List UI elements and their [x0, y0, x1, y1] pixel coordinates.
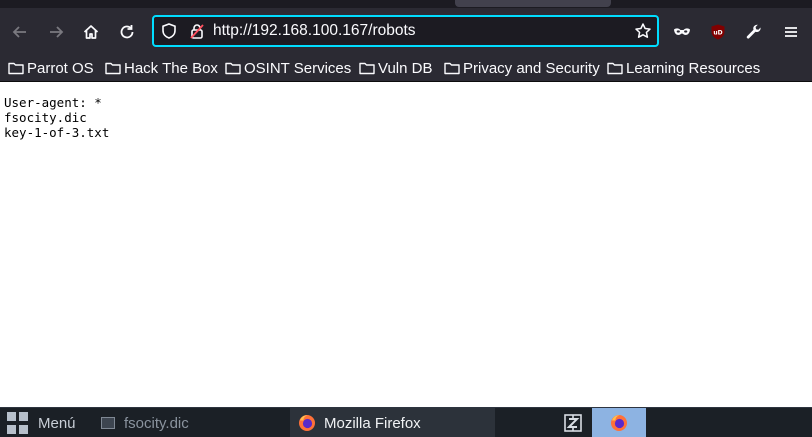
archive-manager-tray[interactable] [558, 408, 588, 437]
firefox-icon [299, 415, 315, 431]
archive-icon [564, 414, 582, 432]
star-icon[interactable] [634, 22, 652, 40]
arrow-right-icon [50, 26, 64, 38]
page-content: User-agent: * fsocity.dic key-1-of-3.txt [0, 83, 812, 407]
folder-icon [225, 62, 241, 75]
bookmark-label: Vuln DB [378, 59, 433, 77]
folder-icon [359, 62, 375, 75]
reload-icon [120, 25, 134, 39]
lock-slash-icon[interactable] [188, 22, 206, 40]
taskbar: Menú fsocity.dic Mozilla Firefox [0, 407, 812, 437]
taskbar-window-label: fsocity.dic [124, 414, 189, 432]
app-menu-button[interactable] [776, 17, 806, 47]
apps-grid-icon [7, 412, 29, 434]
active-tab-edge[interactable] [455, 0, 611, 7]
bookmarks-toolbar: Parrot OS Hack The Box OSINT Services Vu… [0, 54, 812, 82]
bookmark-label: Hack The Box [124, 59, 218, 77]
taskbar-terminal-window[interactable]: fsocity.dic [92, 408, 288, 437]
taskbar-firefox-window[interactable]: Mozilla Firefox [290, 408, 495, 437]
forward-button[interactable] [41, 17, 71, 47]
bookmark-folder-privacy-and-security[interactable]: Privacy and Security [444, 58, 600, 78]
bookmark-label: Parrot OS [27, 59, 94, 77]
start-menu-label: Menú [38, 414, 76, 432]
mask-icon [674, 28, 690, 35]
svg-text:uD: uD [713, 29, 722, 36]
folder-icon [444, 62, 460, 75]
bookmark-folder-learning-resources[interactable]: Learning Resources [607, 58, 760, 78]
reload-button[interactable] [112, 17, 142, 47]
navigation-toolbar: http://192.168.100.167/robots uD [0, 8, 812, 54]
bookmark-folder-osint-services[interactable]: OSINT Services [225, 58, 351, 78]
url-text[interactable]: http://192.168.100.167/robots [213, 22, 416, 40]
robots-txt-body: User-agent: * fsocity.dic key-1-of-3.txt [4, 95, 109, 140]
home-button[interactable] [76, 17, 106, 47]
back-button[interactable] [5, 17, 35, 47]
tools-button[interactable] [739, 17, 769, 47]
ublock-button[interactable]: uD [703, 17, 733, 47]
ublock-origin-icon: uD [711, 24, 725, 40]
terminal-icon [101, 417, 115, 429]
hamburger-menu-icon [785, 27, 797, 37]
bookmark-folder-hack-the-box[interactable]: Hack The Box [105, 58, 218, 78]
home-icon [83, 25, 99, 39]
robots-line: fsocity.dic [4, 110, 87, 125]
folder-icon [607, 62, 623, 75]
arrow-left-icon [12, 26, 26, 38]
taskbar-window-label: Mozilla Firefox [324, 414, 421, 432]
folder-icon [8, 62, 24, 75]
wrench-icon [746, 24, 761, 39]
bookmark-label: OSINT Services [244, 59, 352, 77]
tab-strip [0, 0, 812, 8]
robots-line: key-1-of-3.txt [4, 125, 110, 140]
robots-line: User-agent: * [4, 95, 102, 110]
private-browsing-button[interactable] [667, 17, 697, 47]
start-menu-button[interactable]: Menú [0, 408, 90, 437]
bookmark-folder-vuln-db[interactable]: Vuln DB [359, 58, 432, 78]
firefox-tray-button[interactable] [592, 408, 646, 437]
shield-icon[interactable] [160, 22, 178, 40]
bookmark-label: Privacy and Security [463, 59, 600, 77]
bookmark-label: Learning Resources [626, 59, 761, 77]
url-bar[interactable]: http://192.168.100.167/robots [152, 15, 659, 47]
bookmark-folder-parrot-os[interactable]: Parrot OS [8, 58, 94, 78]
firefox-icon [611, 415, 627, 431]
folder-icon [105, 62, 121, 75]
